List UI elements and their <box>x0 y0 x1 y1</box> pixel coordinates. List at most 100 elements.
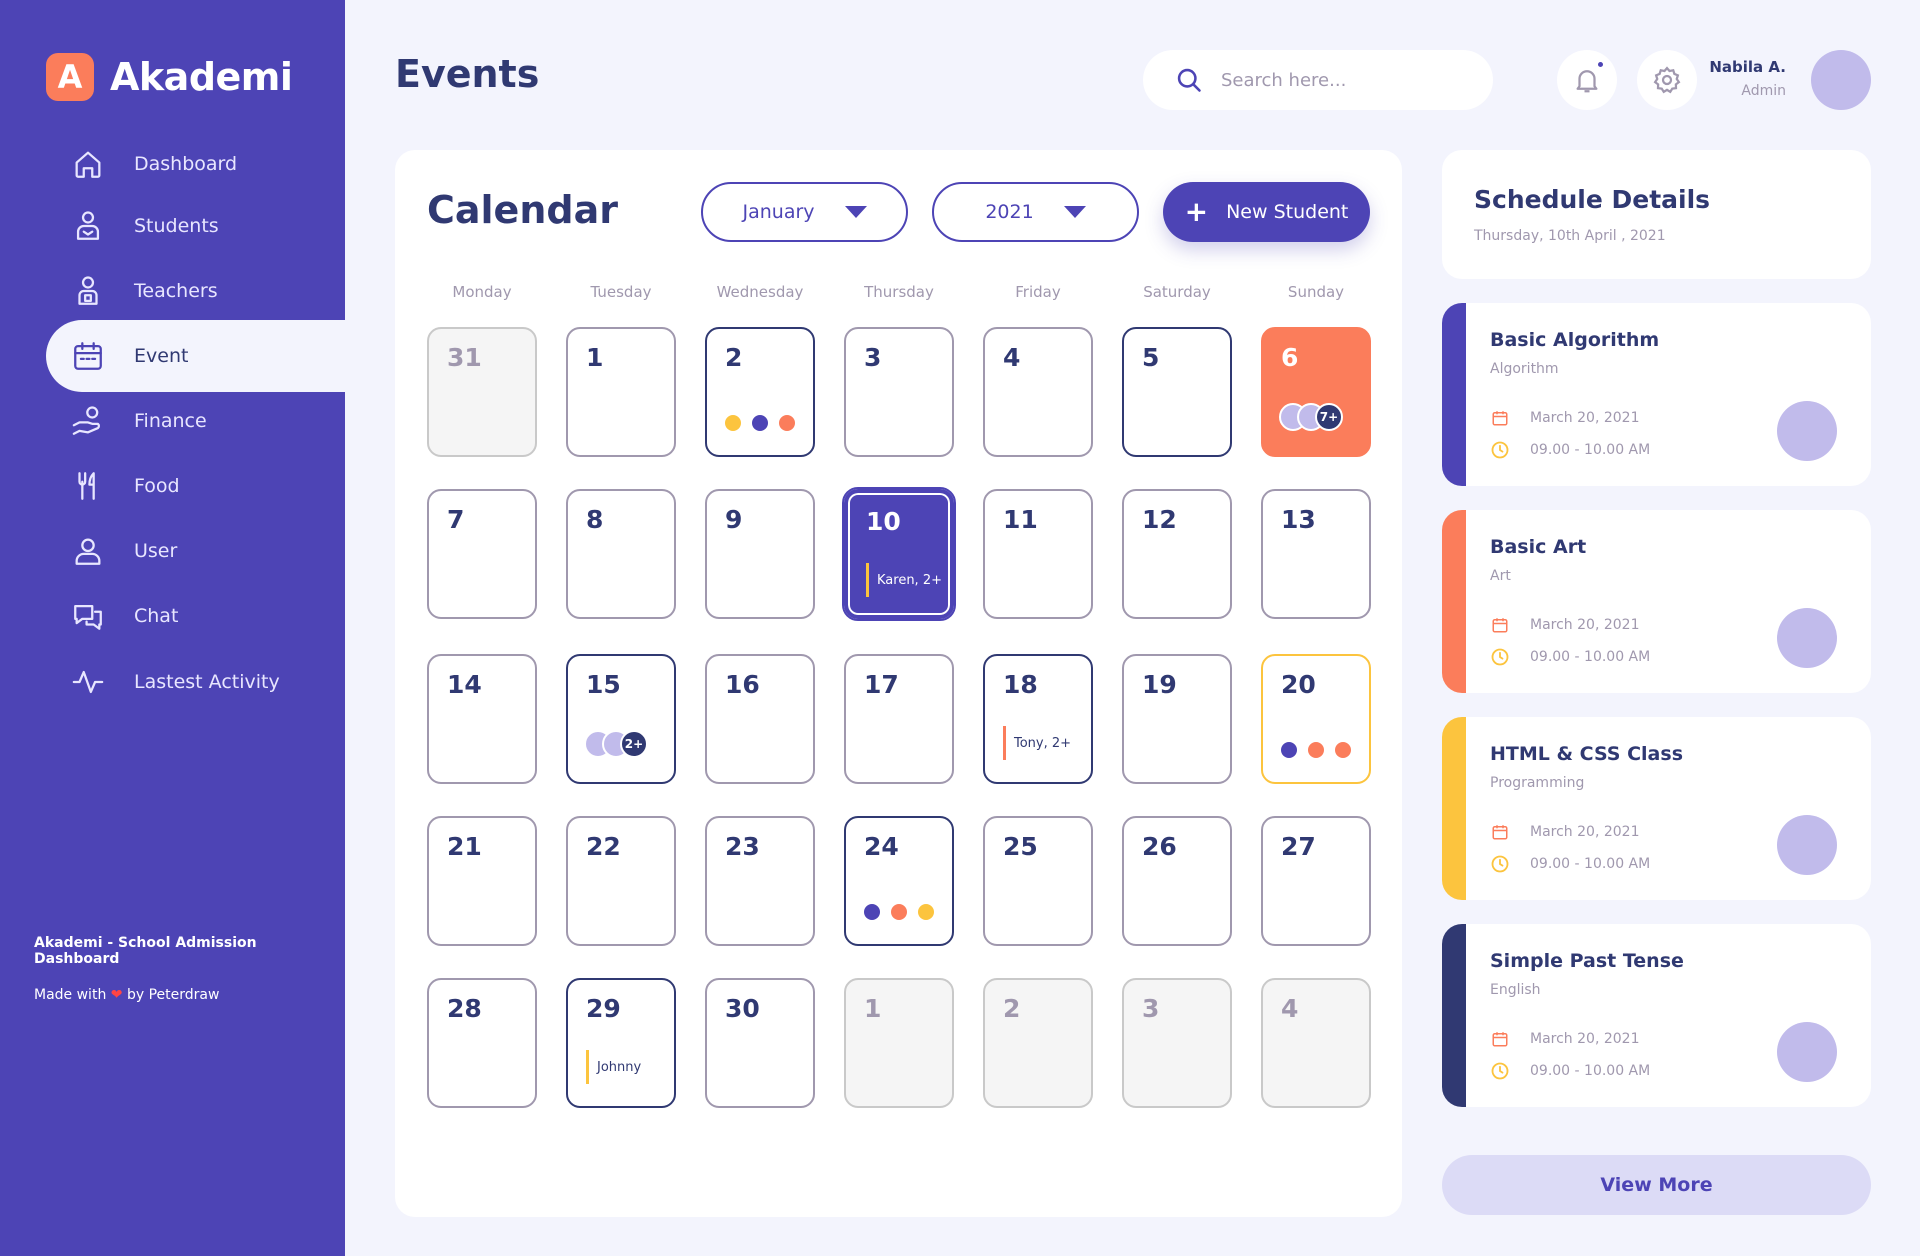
sidebar-item-event[interactable]: Event <box>46 320 345 392</box>
calendar-day[interactable]: 6 7+ <box>1261 327 1371 457</box>
schedule-color-strip <box>1442 510 1466 693</box>
month-select[interactable]: January <box>701 182 908 242</box>
calendar-day[interactable]: 1 <box>844 978 954 1108</box>
calendar-day[interactable]: 20 <box>1261 654 1371 784</box>
event-color-bar <box>586 1050 589 1084</box>
calendar-day[interactable]: 17 <box>844 654 954 784</box>
day-number: 3 <box>1142 994 1160 1023</box>
calendar-day[interactable]: 21 <box>427 816 537 946</box>
calendar-day[interactable]: 14 <box>427 654 537 784</box>
day-number: 26 <box>1142 832 1177 861</box>
calendar-day[interactable]: 9 <box>705 489 815 619</box>
schedule-card[interactable]: Basic Art Art March 20, 2021 09.00 - 10.00 … <box>1442 510 1871 693</box>
calendar-day[interactable]: 27 <box>1261 816 1371 946</box>
event-tag: Karen, 2+ <box>866 563 942 597</box>
heart-icon: ❤ <box>110 987 123 1003</box>
new-student-button[interactable]: + New Student <box>1163 182 1370 242</box>
calendar-day[interactable]: 2 <box>705 327 815 457</box>
sidebar-item-lastest-activity[interactable]: Lastest Activity <box>46 646 345 718</box>
footer-made-post: by Peterdraw <box>126 987 220 1003</box>
schedule-card[interactable]: HTML & CSS Class Programming March 20, 202… <box>1442 717 1871 900</box>
calendar-day[interactable]: 13 <box>1261 489 1371 619</box>
schedule-header: Schedule Details Thursday, 10th April , … <box>1442 150 1871 279</box>
sidebar: A Akademi Dashboard Students Teachers Event… <box>0 0 345 1256</box>
calendar-day[interactable]: 16 <box>705 654 815 784</box>
calendar-day[interactable]: 23 <box>705 816 815 946</box>
event-dot <box>891 904 907 920</box>
view-more-button[interactable]: View More <box>1442 1155 1871 1215</box>
calendar-day[interactable]: 12 <box>1122 489 1232 619</box>
teacher-avatar <box>1777 815 1837 875</box>
year-select[interactable]: 2021 <box>932 182 1139 242</box>
activity-icon <box>68 662 108 702</box>
schedule-time: 09.00 - 10.00 AM <box>1530 856 1651 872</box>
calendar-day[interactable]: 3 <box>844 327 954 457</box>
calendar-day[interactable]: 31 <box>427 327 537 457</box>
sidebar-item-label: Finance <box>134 410 207 432</box>
calendar-day[interactable]: 11 <box>983 489 1093 619</box>
calendar-day[interactable]: 26 <box>1122 816 1232 946</box>
sidebar-item-label: Dashboard <box>134 153 238 175</box>
logo[interactable]: A Akademi <box>46 53 293 101</box>
calendar-day[interactable]: 29 Johnny <box>566 978 676 1108</box>
sidebar-item-label: User <box>134 540 178 562</box>
calendar-day[interactable]: 28 <box>427 978 537 1108</box>
sidebar-item-students[interactable]: Students <box>46 190 345 262</box>
notification-button[interactable] <box>1557 50 1617 110</box>
schedule-color-strip <box>1442 303 1466 486</box>
user-role: Admin <box>1741 83 1786 99</box>
footer-made-pre: Made with <box>34 987 107 1003</box>
attendee-avatars: 2+ <box>584 730 648 758</box>
calendar-day[interactable]: 1 <box>566 327 676 457</box>
schedule-item-title: HTML & CSS Class <box>1490 743 1683 765</box>
schedule-item-subject: English <box>1490 982 1541 998</box>
calendar-day[interactable]: 10 Karen, 2+ <box>842 487 956 621</box>
schedule-item-subject: Algorithm <box>1490 361 1559 377</box>
event-dot <box>1281 742 1297 758</box>
day-number: 24 <box>864 832 899 861</box>
calendar-day[interactable]: 4 <box>1261 978 1371 1108</box>
calendar-day[interactable]: 2 <box>983 978 1093 1108</box>
logo-mark: A <box>46 53 94 101</box>
attendee-count-badge: 7+ <box>1315 403 1343 431</box>
schedule-card[interactable]: Simple Past Tense English March 20, 2021 09… <box>1442 924 1871 1107</box>
weekday-label: Monday <box>452 283 512 301</box>
search-icon <box>1177 68 1201 92</box>
calendar-day[interactable]: 24 <box>844 816 954 946</box>
weekday-label: Thursday <box>864 283 934 301</box>
day-number: 12 <box>1142 505 1177 534</box>
sidebar-item-chat[interactable]: Chat <box>46 580 345 652</box>
day-number: 6 <box>1281 343 1299 372</box>
schedule-card[interactable]: Basic Algorithm Algorithm March 20, 2021 09… <box>1442 303 1871 486</box>
clock-icon <box>1490 647 1510 667</box>
day-number: 4 <box>1281 994 1299 1023</box>
calendar-day[interactable]: 5 <box>1122 327 1232 457</box>
day-number: 28 <box>447 994 482 1023</box>
clock-icon <box>1490 1061 1510 1081</box>
calendar-day[interactable]: 7 <box>427 489 537 619</box>
sidebar-item-food[interactable]: Food <box>46 450 345 522</box>
calendar-day[interactable]: 25 <box>983 816 1093 946</box>
sidebar-footer: Akademi - School Admission Dashboard Mad… <box>34 935 345 1003</box>
page-title: Events <box>395 52 540 96</box>
calendar-day[interactable]: 19 <box>1122 654 1232 784</box>
day-number: 11 <box>1003 505 1038 534</box>
calendar-day[interactable]: 8 <box>566 489 676 619</box>
calendar-day[interactable]: 4 <box>983 327 1093 457</box>
sidebar-item-label: Chat <box>134 605 179 627</box>
day-number: 1 <box>864 994 882 1023</box>
avatar[interactable] <box>1811 50 1871 110</box>
sidebar-item-teachers[interactable]: Teachers <box>46 255 345 327</box>
settings-button[interactable] <box>1637 50 1697 110</box>
calendar-day[interactable]: 3 <box>1122 978 1232 1108</box>
calendar-day[interactable]: 30 <box>705 978 815 1108</box>
sidebar-item-user[interactable]: User <box>46 515 345 587</box>
calendar-day[interactable]: 22 <box>566 816 676 946</box>
sidebar-item-finance[interactable]: Finance <box>46 385 345 457</box>
calendar-day[interactable]: 18 Tony, 2+ <box>983 654 1093 784</box>
weekday-label: Sunday <box>1287 283 1345 301</box>
day-number: 2 <box>1003 994 1021 1023</box>
calendar-day[interactable]: 15 2+ <box>566 654 676 784</box>
search-input[interactable] <box>1221 69 1461 91</box>
search-bar[interactable] <box>1143 50 1493 110</box>
